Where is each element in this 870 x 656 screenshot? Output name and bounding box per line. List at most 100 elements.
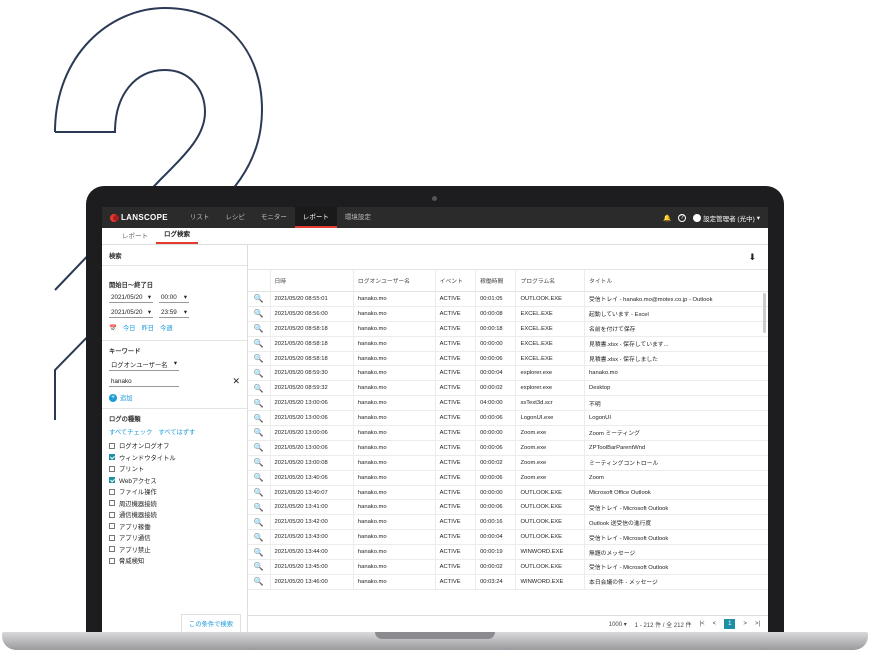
quick-link-0[interactable]: 今日 [123,323,136,332]
column-header[interactable]: プログラム名 [515,269,585,292]
nav-item-0[interactable]: リスト [182,207,218,228]
table-row[interactable]: 🔍 2021/05/20 13:40:06 hanako.mo ACTIVE 00:00… [248,470,768,486]
table-row[interactable]: 🔍 2021/05/20 13:40:07 hanako.mo ACTIVE 00:00… [248,485,768,501]
table-row[interactable]: 🔍 2021/05/20 13:00:06 hanako.mo ACTIVE 00:00… [248,425,768,441]
magnifier-icon[interactable]: 🔍 [248,499,270,516]
table-row[interactable]: 🔍 2021/05/20 08:58:18 hanako.mo ACTIVE 00:00… [248,351,768,367]
last-page-icon[interactable]: >| [755,621,760,627]
nav-item-1[interactable]: レシピ [217,207,253,228]
magnifier-icon[interactable]: 🔍 [248,410,270,427]
magnifier-icon[interactable]: 🔍 [248,470,270,486]
checkbox[interactable] [109,557,115,564]
table-row[interactable]: 🔍 2021/05/20 08:59:30 hanako.mo ACTIVE 00:00… [248,365,768,382]
download-icon[interactable]: ⬇ [248,245,768,269]
checkbox[interactable] [109,546,115,552]
nav-item-3[interactable]: レポート [294,207,337,228]
nav-item-2[interactable]: モニター [253,207,295,228]
quick-link-1[interactable]: 昨日 [141,323,154,332]
magnifier-icon[interactable]: 🔍 [248,455,270,471]
start-time-select[interactable]: 00:00 ▾ [159,293,189,303]
magnifier-icon[interactable]: 🔍 [248,425,270,441]
table-row[interactable]: 🔍 2021/05/20 08:56:00 hanako.mo ACTIVE 00:00… [248,306,768,322]
checkbox[interactable] [109,477,115,483]
magnifier-icon[interactable]: 🔍 [248,544,270,561]
help-icon[interactable]: ? [678,213,687,222]
scrollbar[interactable] [763,293,766,333]
check-all-link[interactable]: すべてチェック [109,427,152,436]
table-row[interactable]: 🔍 2021/05/20 13:45:00 hanako.mo ACTIVE 00:00… [248,559,768,575]
table-row[interactable]: 🔍 2021/05/20 13:00:06 hanako.mo ACTIVE 00:00… [248,410,768,427]
quick-link-2[interactable]: 今週 [160,323,173,332]
logo[interactable]: LANSCOPE [110,213,168,222]
next-page-icon[interactable]: > [743,621,747,627]
checkbox[interactable] [109,523,115,529]
table-row[interactable]: 🔍 2021/05/20 08:58:18 hanako.mo ACTIVE 00:00… [248,321,768,337]
column-header[interactable]: ログオンユーザー名 [352,269,436,292]
log-type-item[interactable]: プリント [109,464,240,473]
table-row[interactable]: 🔍 2021/05/20 13:43:00 hanako.mo ACTIVE 00:00… [248,529,768,546]
log-type-item[interactable]: 脅威検知 [109,556,240,565]
close-icon[interactable]: ✕ [232,376,240,387]
magnifier-icon[interactable]: 🔍 [248,559,270,575]
column-header[interactable]: タイトル [584,269,768,292]
log-type-item[interactable]: Webアクセス [109,476,240,485]
table-row[interactable]: 🔍 2021/05/20 13:00:06 hanako.mo ACTIVE 00:00… [248,440,768,456]
checkbox[interactable] [109,500,115,506]
checkbox[interactable] [109,511,115,518]
nav-item-4[interactable]: 環境設定 [337,207,379,228]
end-time-select[interactable]: 23:59 ▾ [159,308,189,318]
subtab-0[interactable]: レポート [114,230,156,244]
log-type-item[interactable]: ログオンログオフ [109,441,240,450]
magnifier-icon[interactable]: 🔍 [248,395,270,412]
magnifier-icon[interactable]: 🔍 [248,321,270,337]
log-type-item[interactable]: ファイル操作 [109,487,240,496]
table-row[interactable]: 🔍 2021/05/20 13:44:00 hanako.mo ACTIVE 00:00… [248,544,768,561]
checkbox[interactable] [109,454,115,460]
log-type-item[interactable]: 周辺機器接続 [109,499,240,508]
keyword-field-select[interactable]: ログオンユーザー名 ▾ [109,359,179,371]
magnifier-icon[interactable]: 🔍 [248,291,270,307]
magnifier-icon[interactable]: 🔍 [248,380,270,397]
log-type-item[interactable]: アプリ稼働 [109,522,240,531]
checkbox[interactable] [109,534,115,541]
log-type-item[interactable]: アプリ通信 [109,533,240,542]
magnifier-icon[interactable]: 🔍 [248,485,270,501]
per-page-select[interactable]: 1000 ▾ [609,621,627,628]
start-date-select[interactable]: 2021/05/20 ▾ [109,293,153,303]
prev-page-icon[interactable]: < [713,621,717,627]
magnifier-icon[interactable]: 🔍 [248,574,270,590]
table-row[interactable]: 🔍 2021/05/20 08:59:32 hanako.mo ACTIVE 00:00… [248,380,768,397]
magnifier-icon[interactable]: 🔍 [248,351,270,367]
end-date-select[interactable]: 2021/05/20 ▾ [109,308,153,318]
search-button[interactable]: この条件で検索 [180,614,241,632]
table-row[interactable]: 🔍 2021/05/20 13:00:08 hanako.mo ACTIVE 00:00… [248,455,768,471]
log-type-item[interactable]: ウィンドウタイトル [109,453,240,462]
magnifier-icon[interactable]: 🔍 [248,365,270,382]
magnifier-icon[interactable]: 🔍 [248,529,270,546]
magnifier-icon[interactable]: 🔍 [248,336,270,352]
log-type-item[interactable]: 通信機器接続 [109,510,240,519]
table-row[interactable]: 🔍 2021/05/20 13:42:00 hanako.mo ACTIVE 00:00… [248,514,768,531]
uncheck-all-link[interactable]: すべてはずす [158,427,195,436]
add-keyword-button[interactable]: + 追加 [109,393,240,402]
first-page-icon[interactable]: |< [700,621,705,627]
bell-icon[interactable]: 🔔 [663,214,671,222]
checkbox[interactable] [109,465,115,472]
current-page[interactable]: 1 [724,619,736,629]
magnifier-icon[interactable]: 🔍 [248,514,270,531]
checkbox[interactable] [109,488,115,495]
magnifier-icon[interactable]: 🔍 [248,306,270,322]
column-header[interactable]: 日時 [269,269,354,292]
subtab-1[interactable]: ログ検索 [156,228,198,244]
log-type-item[interactable]: アプリ禁止 [109,545,240,554]
column-header[interactable]: イベント [434,269,476,292]
keyword-input[interactable]: hanako [109,377,179,387]
column-header[interactable]: 稼働時間 [475,269,516,292]
table-row[interactable]: 🔍 2021/05/20 13:41:00 hanako.mo ACTIVE 00:00… [248,499,768,516]
table-row[interactable]: 🔍 2021/05/20 13:46:00 hanako.mo ACTIVE 00:03… [248,574,768,590]
checkbox[interactable] [109,442,115,449]
magnifier-icon[interactable]: 🔍 [248,440,270,456]
table-row[interactable]: 🔍 2021/05/20 08:58:18 hanako.mo ACTIVE 00:00… [248,336,768,352]
user-menu[interactable]: 設定管理者 (光中) ▾ [693,213,760,223]
table-row[interactable]: 🔍 2021/05/20 08:55:01 hanako.mo ACTIVE 00:01… [248,291,768,307]
